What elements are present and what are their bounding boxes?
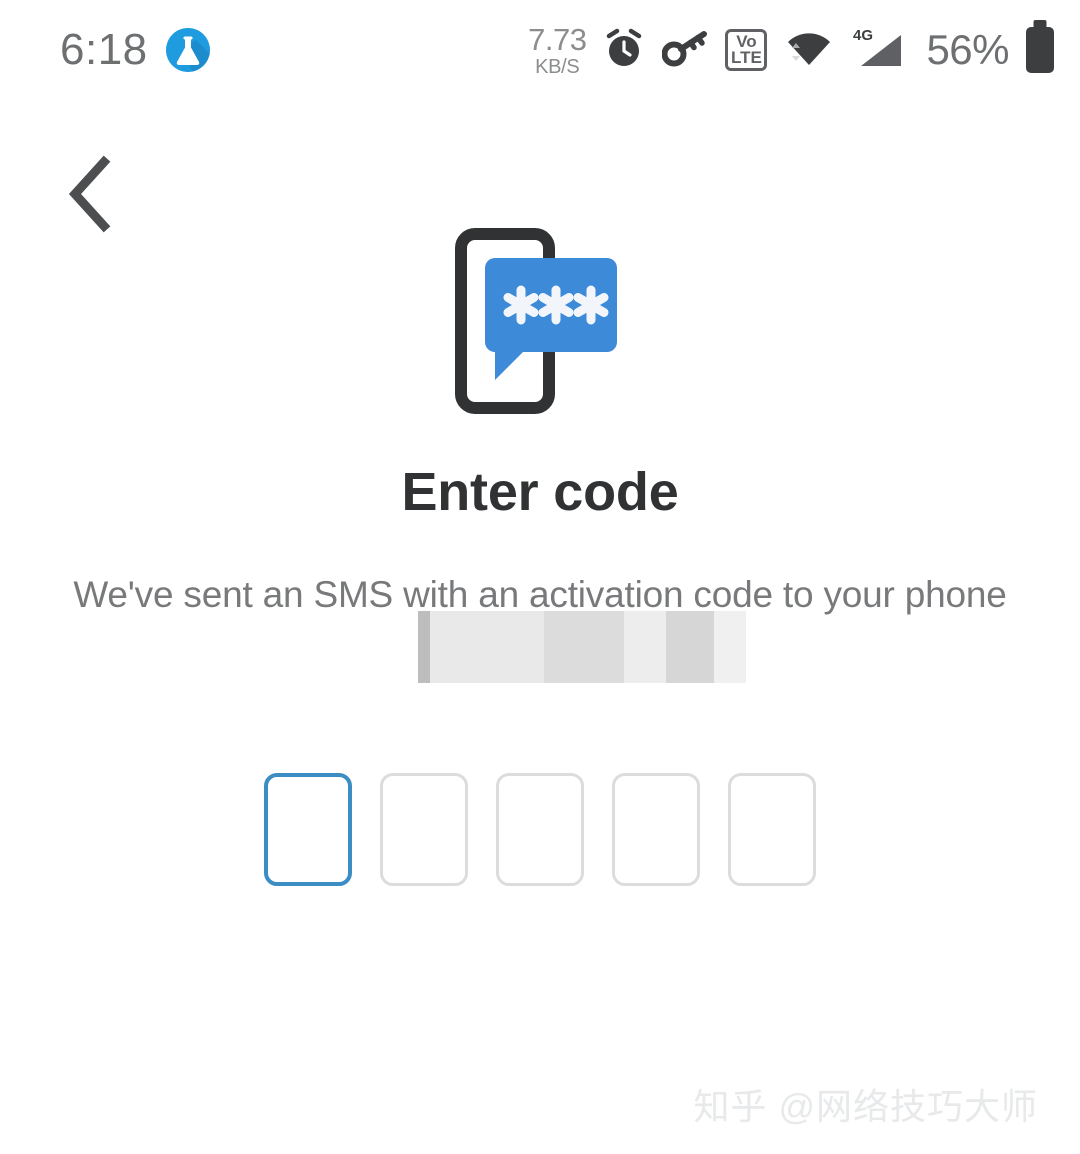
- status-clock: 6:18: [60, 25, 148, 74]
- network-speed-unit: KB/S: [535, 55, 580, 78]
- battery-percent-label: 56%: [926, 26, 1009, 73]
- volte-icon: Vo LTE: [725, 29, 768, 71]
- code-cell-4[interactable]: [612, 773, 700, 886]
- code-input-group: [0, 773, 1080, 886]
- svg-text:4G: 4G: [853, 27, 873, 44]
- phone-number-prefix: +86: [508, 632, 572, 674]
- status-bar-right: 7.73 KB/S Vo LTE 4G 56%: [528, 24, 1054, 77]
- phone-screen: 6:18 7.73 KB/S Vo LTE 4G 56% Enter code …: [0, 0, 1080, 1154]
- description-block: We've sent an SMS with an activation cod…: [0, 570, 1080, 674]
- network-speed-value: 7.73: [528, 21, 587, 57]
- watermark: 知乎 @网络技巧大师: [693, 1086, 1038, 1127]
- flask-icon: [165, 28, 210, 72]
- key-icon: [661, 26, 710, 75]
- page-title: Enter code: [401, 462, 679, 522]
- battery-icon: [1026, 27, 1054, 73]
- sms-code-illustration: [0, 228, 1080, 414]
- phone-number-line: +86: [509, 632, 571, 674]
- status-bar: 6:18 7.73 KB/S Vo LTE 4G 56%: [0, 0, 1080, 100]
- status-bar-left: 6:18: [60, 28, 210, 72]
- network-speed-indicator: 7.73 KB/S: [528, 21, 587, 78]
- code-cell-5[interactable]: [728, 773, 816, 886]
- bubble-asterisks: [503, 285, 609, 325]
- code-cell-1[interactable]: [264, 773, 352, 886]
- wifi-icon: [782, 25, 836, 76]
- signal-icon: 4G: [851, 24, 907, 77]
- description-text: We've sent an SMS with an activation cod…: [73, 574, 1007, 615]
- volte-bottom-label: LTE: [731, 48, 762, 67]
- code-cell-2[interactable]: [380, 773, 468, 886]
- chevron-left-icon: [59, 154, 119, 239]
- code-cell-3[interactable]: [496, 773, 584, 886]
- alarm-clock-icon: [601, 25, 647, 76]
